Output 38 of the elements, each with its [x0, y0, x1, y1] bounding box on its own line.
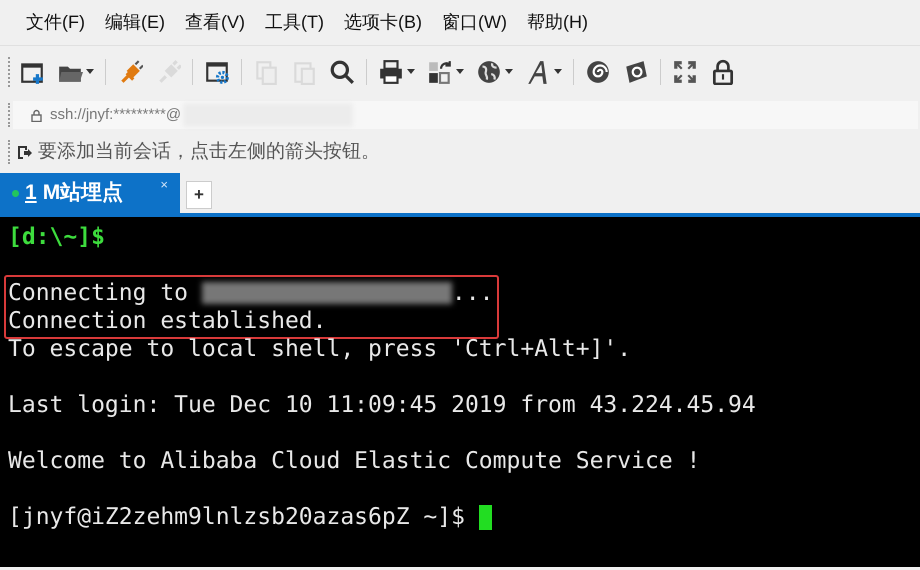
menu-item[interactable]: 工具(T) — [264, 9, 324, 36]
prompt-text: [jnyf@iZ2zehm9lnlzsb20azas6pZ ~]$ — [8, 503, 466, 531]
menu-item[interactable]: 编辑(E) — [104, 9, 165, 36]
search-icon — [329, 58, 355, 84]
menu-item[interactable]: 选项卡(B) — [344, 9, 422, 36]
terminal-line: Last login: Tue Dec 10 11:09:45 2019 from 43.224.45.94 — [8, 391, 756, 419]
caret-icon — [505, 69, 513, 74]
prompt-text: [d:\~]$ — [8, 223, 105, 251]
arrow-icon[interactable] — [16, 144, 32, 160]
terminal-line: Welcome to Alibaba Cloud Elastic Compute Service ! — [8, 447, 700, 475]
caret-icon — [456, 69, 464, 74]
menu-item[interactable]: 窗口(W) — [442, 9, 507, 36]
fullscreen-icon — [672, 58, 698, 84]
session-hint: 要添加当前会话，点击左侧的箭头按钮。 — [38, 140, 380, 164]
lock-icon — [710, 58, 736, 84]
address-text: ssh://jnyf:*********@ — [50, 104, 182, 125]
menu-item[interactable]: 帮助(H) — [526, 9, 588, 36]
session-tab[interactable]: 1 M站埋点 × — [0, 173, 180, 213]
cursor — [478, 504, 492, 530]
caret-icon — [554, 69, 562, 74]
menu-item[interactable]: 文件(F) — [26, 9, 85, 36]
terminal-text: ... — [452, 279, 494, 307]
terminal-line: Connection established. — [8, 307, 326, 335]
tab-number: 1 — [25, 180, 37, 206]
spiral-icon — [585, 58, 611, 84]
caret-icon — [86, 69, 94, 74]
menu-item[interactable]: 查看(V) — [184, 9, 245, 36]
lock-icon — [31, 108, 42, 122]
caret-icon — [407, 69, 415, 74]
new-tab-button[interactable]: + — [186, 181, 212, 209]
printer-icon — [378, 58, 404, 84]
globe-icon — [476, 58, 502, 84]
terminal-line: Connecting to — [8, 279, 190, 307]
transfer-icon — [427, 58, 453, 84]
close-button[interactable]: × — [160, 175, 168, 194]
terminal-line: To escape to local shell, press 'Ctrl+Alt+]'. — [8, 335, 632, 363]
address-field[interactable]: ssh://jnyf:*********@ — [13, 101, 918, 129]
tab-label: M站埋点 — [42, 180, 124, 206]
